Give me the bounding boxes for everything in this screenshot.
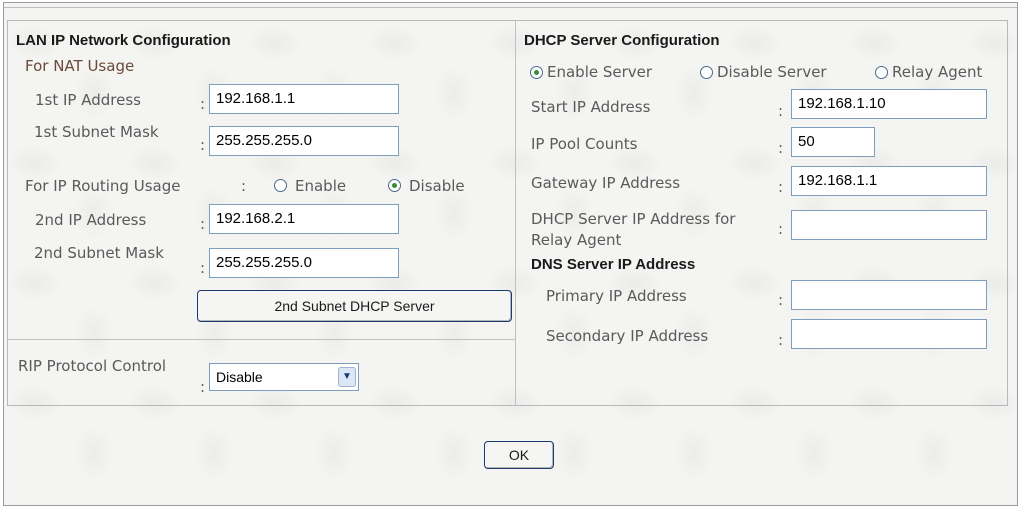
lan-section-title: LAN IP Network Configuration	[16, 32, 231, 49]
mode-relay-radio[interactable]	[875, 66, 888, 79]
mask1-input[interactable]: 255.255.255.0	[209, 126, 399, 156]
routing-label: For IP Routing Usage	[25, 177, 181, 195]
dhcp2-server-button[interactable]: 2nd Subnet DHCP Server	[197, 290, 512, 322]
gateway-colon: :	[778, 178, 784, 196]
mode-enable-label: Enable Server	[547, 63, 653, 81]
routing-colon: :	[241, 177, 247, 195]
dns-section-title: DNS Server IP Address	[531, 256, 696, 273]
pool-counts-input[interactable]: 50	[791, 127, 875, 157]
rip-select[interactable]: Disable ▼	[209, 363, 359, 391]
ok-button[interactable]: OK	[484, 441, 554, 469]
rip-select-value: Disable	[216, 369, 263, 385]
rip-divider	[8, 339, 515, 340]
rip-label: RIP Protocol Control	[18, 357, 167, 375]
ip2-label: 2nd IP Address	[35, 211, 147, 229]
gateway-label: Gateway IP Address	[531, 174, 681, 192]
mode-disable-radio[interactable]	[700, 66, 713, 79]
secondary-dns-colon: :	[778, 331, 784, 349]
start-ip-colon: :	[778, 102, 784, 120]
secondary-dns-label: Secondary IP Address	[546, 327, 709, 345]
mask1-label: 1st Subnet Mask	[34, 123, 159, 141]
secondary-dns-input[interactable]	[791, 319, 987, 349]
mode-enable-radio[interactable]	[530, 66, 543, 79]
column-divider	[515, 21, 516, 405]
ip2-colon: :	[200, 215, 206, 233]
ip2-input[interactable]: 192.168.2.1	[209, 204, 399, 234]
chevron-down-icon[interactable]: ▼	[338, 367, 356, 387]
pool-counts-colon: :	[778, 139, 784, 157]
routing-enable-radio[interactable]	[274, 179, 287, 192]
mask1-colon: :	[200, 136, 206, 154]
primary-dns-colon: :	[778, 291, 784, 309]
rip-colon: :	[200, 378, 206, 396]
mode-disable-label: Disable Server	[717, 63, 827, 81]
relay-ip-input[interactable]	[791, 210, 987, 240]
gateway-input[interactable]: 192.168.1.1	[791, 166, 987, 196]
relay-ip-colon: :	[778, 220, 784, 238]
pool-counts-label: IP Pool Counts	[531, 135, 638, 153]
mask2-label: 2nd Subnet Mask	[34, 244, 164, 262]
routing-disable-radio[interactable]	[388, 179, 401, 192]
dhcp-section-title: DHCP Server Configuration	[524, 32, 720, 49]
start-ip-label: Start IP Address	[531, 98, 651, 116]
mode-relay-label: Relay Agent	[892, 63, 983, 81]
mask2-input[interactable]: 255.255.255.0	[209, 248, 399, 278]
ip1-input[interactable]: 192.168.1.1	[209, 84, 399, 114]
relay-ip-label: DHCP Server IP Address for Relay Agent	[531, 210, 736, 249]
ip1-colon: :	[200, 95, 206, 113]
primary-dns-input[interactable]	[791, 280, 987, 310]
primary-dns-label: Primary IP Address	[546, 287, 687, 305]
routing-enable-label: Enable	[295, 177, 347, 195]
routing-disable-label: Disable	[409, 177, 465, 195]
start-ip-input[interactable]: 192.168.1.10	[791, 89, 987, 119]
nat-usage-heading: For NAT Usage	[25, 57, 135, 75]
mask2-colon: :	[200, 259, 206, 277]
top-divider	[4, 3, 1017, 8]
ip1-label: 1st IP Address	[35, 91, 141, 109]
